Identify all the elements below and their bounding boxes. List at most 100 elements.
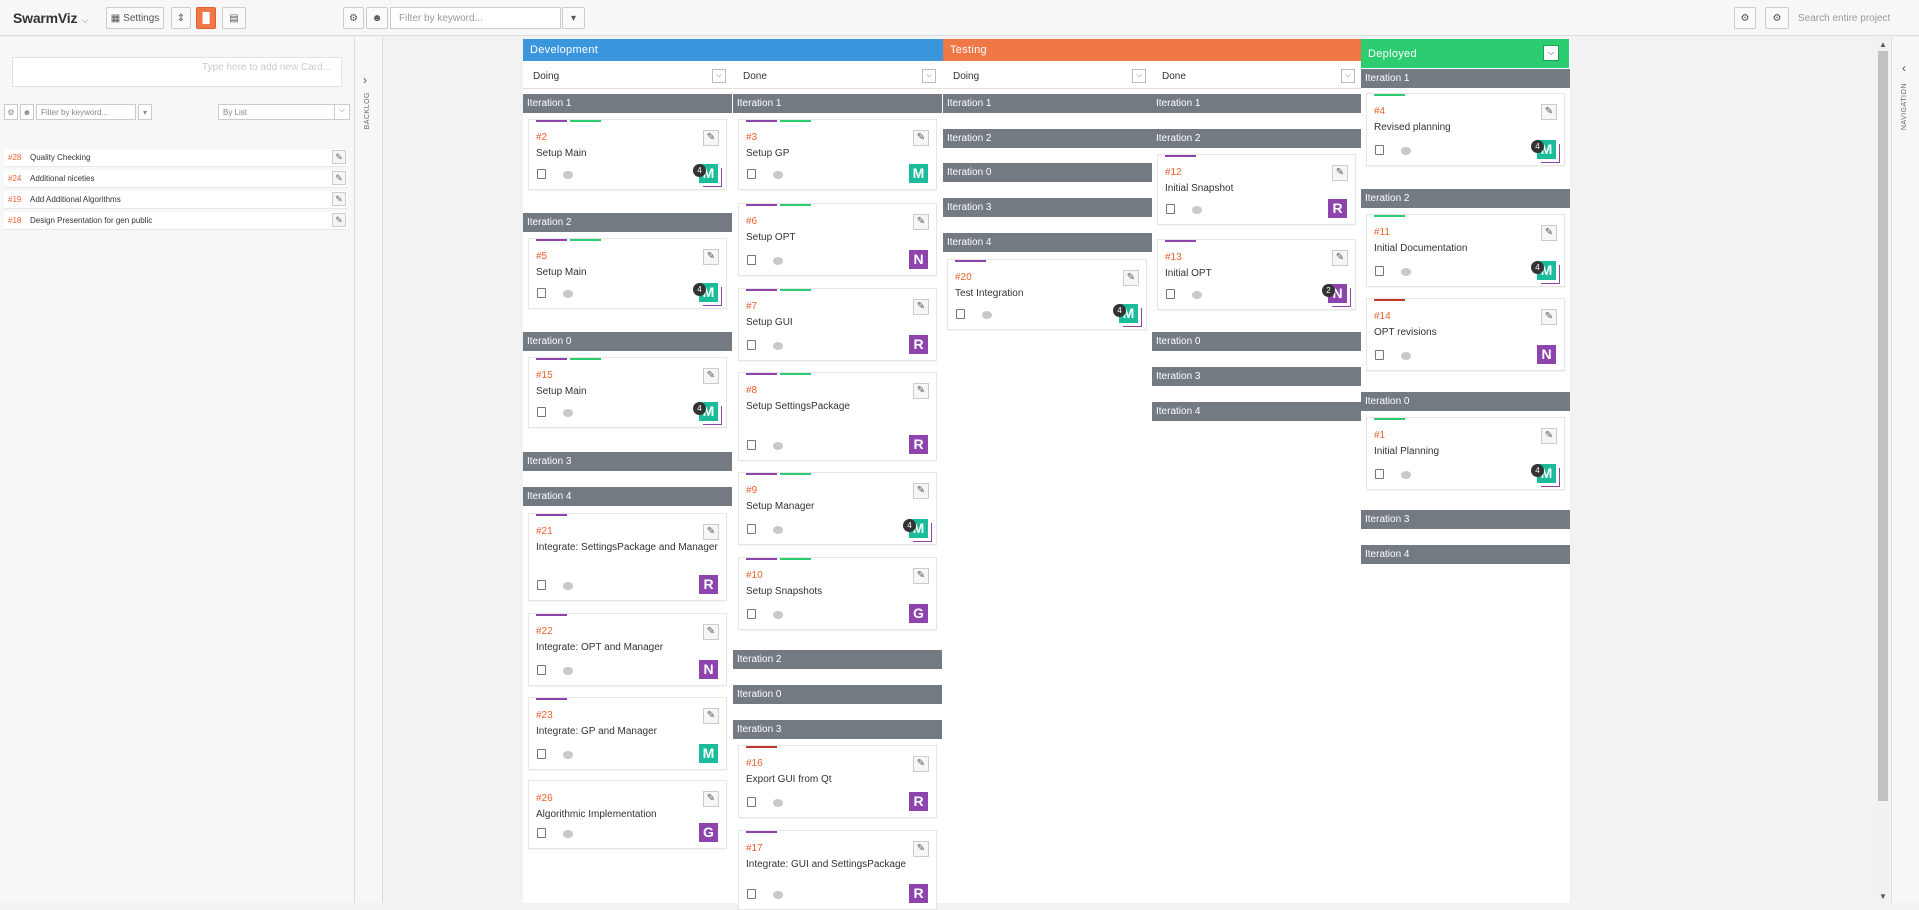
navigation-tab[interactable]: ‹ NAVIGATION (1891, 37, 1919, 903)
checklist-icon[interactable] (537, 665, 546, 675)
sort-button[interactable]: ⇕ (171, 7, 191, 29)
avatar[interactable]: R (1328, 199, 1347, 218)
comment-icon[interactable] (563, 582, 573, 590)
scroll-up-icon[interactable]: ▲ (1879, 40, 1887, 49)
edit-icon[interactable]: ✎ (1332, 250, 1348, 266)
card[interactable]: #23 Integrate: GP and Manager ✎ M (528, 697, 727, 770)
scrollbar-thumb[interactable] (1878, 51, 1888, 801)
edit-icon[interactable]: ✎ (1541, 104, 1557, 120)
iteration-header[interactable]: Iteration 0 (523, 332, 732, 351)
column-header[interactable]: Doing ⌵ (523, 63, 732, 89)
iteration-header[interactable]: Iteration 3 (1361, 510, 1570, 529)
iteration-header[interactable]: Iteration 1 (943, 94, 1152, 113)
iteration-header[interactable]: Iteration 4 (1361, 545, 1570, 564)
card[interactable]: #26 Algorithmic Implementation ✎ G (528, 780, 727, 849)
edit-icon[interactable]: ✎ (703, 368, 719, 384)
project-search-input[interactable]: Search entire project (1790, 7, 1910, 29)
user-filter-button[interactable]: ☻ (366, 7, 388, 29)
card[interactable]: #20 Test Integration ✎ M 4 (947, 259, 1147, 330)
iteration-header[interactable]: Iteration 3 (943, 198, 1152, 217)
comment-icon[interactable] (773, 442, 783, 450)
edit-icon[interactable]: ✎ (913, 483, 929, 499)
iteration-header[interactable]: Iteration 2 (1361, 189, 1570, 208)
card[interactable]: #14 OPT revisions ✎ N (1366, 298, 1565, 371)
checklist-icon[interactable] (537, 749, 546, 759)
edit-icon[interactable]: ✎ (913, 756, 929, 772)
card[interactable]: #13 Initial OPT ✎ N 2 (1157, 239, 1356, 310)
iteration-header[interactable]: Iteration 1 (1152, 94, 1361, 113)
iteration-header[interactable]: Iteration 0 (1361, 392, 1570, 411)
card[interactable]: #21 Integrate: SettingsPackage and Manage… (528, 513, 727, 601)
checklist-icon[interactable] (956, 309, 965, 319)
avatar[interactable]: R (909, 792, 928, 811)
column-header[interactable]: Done ⌵ (1152, 63, 1361, 89)
card[interactable]: #4 Revised planning ✎ M 4 (1366, 93, 1565, 166)
checklist-icon[interactable] (747, 889, 756, 899)
backlog-item[interactable]: #28 Quality Checking ✎ (4, 149, 348, 167)
refresh-button[interactable]: ⚙ (1734, 7, 1756, 29)
edit-icon[interactable]: ✎ (913, 214, 929, 230)
comment-icon[interactable] (773, 257, 783, 265)
edit-icon[interactable]: ✎ (332, 150, 346, 164)
settings-button[interactable]: ▦ Settings (106, 7, 164, 29)
comment-icon[interactable] (1401, 268, 1411, 276)
comment-icon[interactable] (563, 830, 573, 838)
checklist-icon[interactable] (537, 288, 546, 298)
chevron-down-icon[interactable]: ⌵ (922, 69, 936, 83)
avatar[interactable]: R (909, 335, 928, 354)
avatar[interactable]: N (1537, 345, 1556, 364)
avatar[interactable]: R (909, 884, 928, 903)
iteration-header[interactable]: Iteration 2 (1152, 129, 1361, 148)
avatar[interactable]: N (909, 250, 928, 269)
card[interactable]: #22 Integrate: OPT and Manager ✎ N (528, 613, 727, 686)
card[interactable]: #7 Setup GUI ✎ R (738, 288, 937, 361)
checklist-icon[interactable] (1166, 289, 1175, 299)
checklist-icon[interactable] (747, 340, 756, 350)
checklist-icon[interactable] (537, 580, 546, 590)
edit-icon[interactable]: ✎ (703, 624, 719, 640)
edit-icon[interactable]: ✎ (703, 708, 719, 724)
comment-icon[interactable] (773, 171, 783, 179)
iteration-header[interactable]: Iteration 3 (1152, 367, 1361, 386)
edit-icon[interactable]: ✎ (1123, 270, 1139, 286)
add-card-input[interactable]: Type here to add new Card... (12, 57, 342, 87)
iteration-header[interactable]: Iteration 0 (1152, 332, 1361, 351)
card[interactable]: #16 Export GUI from Qt ✎ R (738, 745, 937, 818)
avatar[interactable]: G (699, 823, 718, 842)
edit-icon[interactable]: ✎ (913, 299, 929, 315)
edit-icon[interactable]: ✎ (913, 568, 929, 584)
edit-icon[interactable]: ✎ (703, 524, 719, 540)
card[interactable]: #11 Initial Documentation ✎ M 4 (1366, 214, 1565, 287)
avatar[interactable]: R (699, 575, 718, 594)
backlog-item[interactable]: #24 Additional niceties ✎ (4, 170, 348, 188)
iteration-header[interactable]: Iteration 2 (733, 650, 942, 669)
comment-icon[interactable] (773, 526, 783, 534)
card[interactable]: #8 Setup SettingsPackage ✎ R (738, 372, 937, 461)
iteration-header[interactable]: Iteration 3 (523, 452, 732, 471)
comment-icon[interactable] (773, 891, 783, 899)
backlog-item[interactable]: #18 Design Presentation for gen public ✎ (4, 212, 348, 230)
iteration-header[interactable]: Iteration 2 (523, 213, 732, 232)
card[interactable]: #12 Initial Snapshot ✎ R (1157, 154, 1356, 225)
project-settings-button[interactable]: ⚙ (1765, 7, 1789, 29)
checklist-icon[interactable] (747, 797, 756, 807)
comment-icon[interactable] (563, 409, 573, 417)
iteration-header[interactable]: Iteration 0 (943, 163, 1152, 182)
edit-icon[interactable]: ✎ (332, 192, 346, 206)
group-by-select[interactable]: By List ⌵ (218, 104, 350, 120)
chart-view-button[interactable]: ▤ (222, 7, 246, 29)
card[interactable]: #2 Setup Main ✎ M 4 (528, 119, 727, 190)
comment-icon[interactable] (563, 290, 573, 298)
iteration-header[interactable]: Iteration 4 (523, 487, 732, 506)
avatar[interactable]: M (699, 744, 718, 763)
checklist-icon[interactable] (747, 169, 756, 179)
chevron-down-icon[interactable]: ⌵ (1132, 69, 1146, 83)
checklist-icon[interactable] (537, 828, 546, 838)
iteration-header[interactable]: Iteration 2 (943, 129, 1152, 148)
backlog-tab[interactable]: › BACKLOG (355, 37, 383, 903)
checklist-icon[interactable] (747, 609, 756, 619)
card[interactable]: #1 Initial Planning ✎ M 4 (1366, 417, 1565, 490)
edit-icon[interactable]: ✎ (1541, 225, 1557, 241)
avatar[interactable]: N (699, 660, 718, 679)
iteration-header[interactable]: Iteration 1 (733, 94, 942, 113)
